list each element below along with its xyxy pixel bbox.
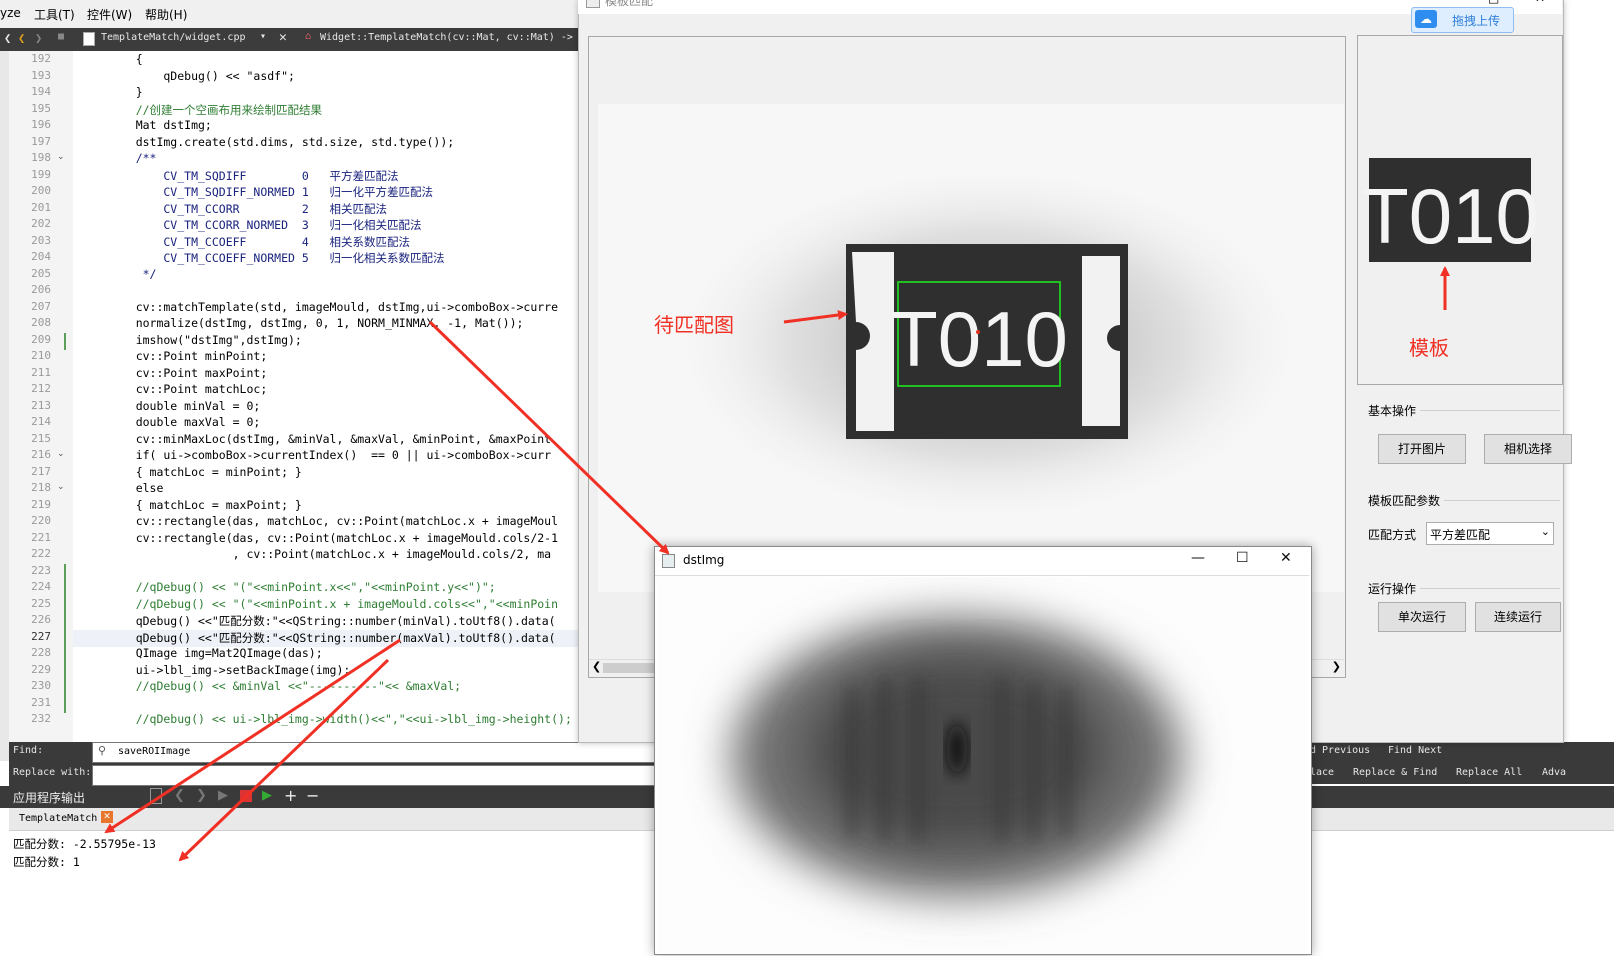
arrow-to-min-output: [104, 638, 401, 834]
arrow-to-dstimg: [428, 320, 670, 555]
arrow-to-max-output: [178, 658, 390, 862]
arrow-to-source-image: [783, 310, 848, 324]
annotation-arrows: [104, 266, 1450, 862]
